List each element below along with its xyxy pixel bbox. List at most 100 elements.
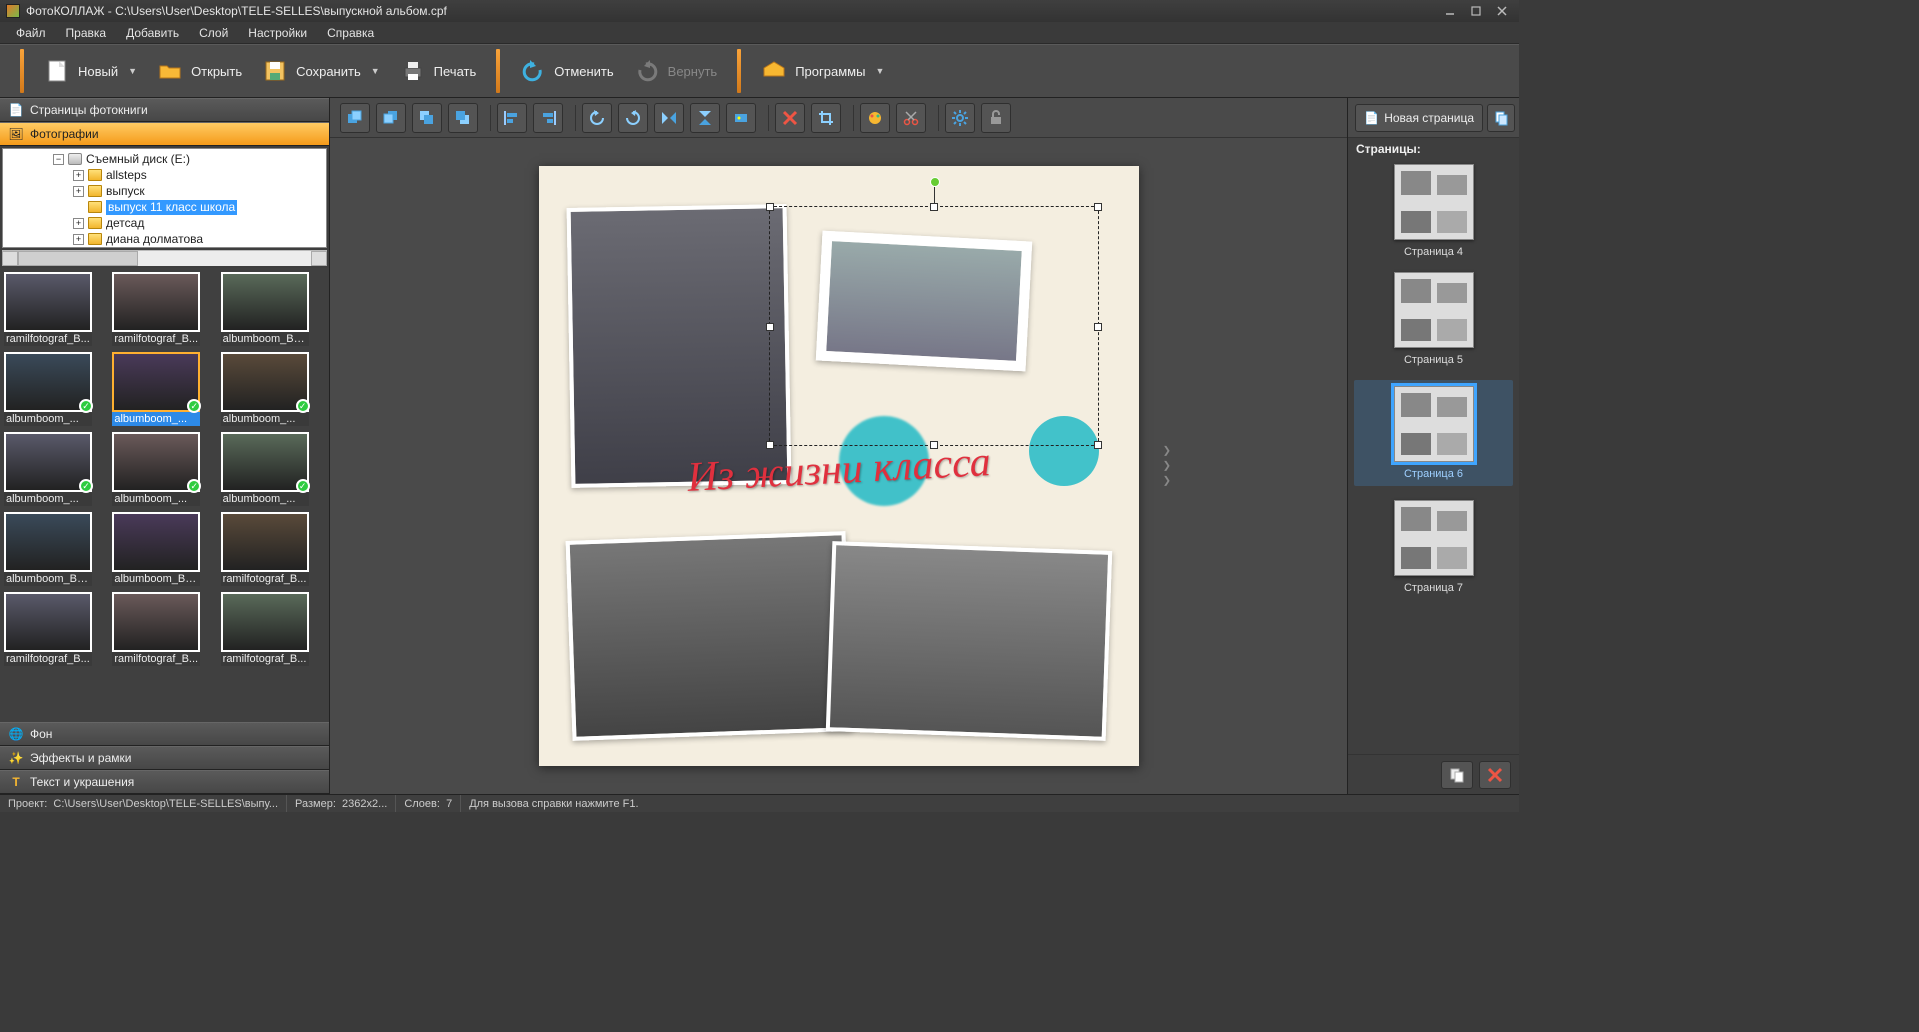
resize-handle[interactable]	[766, 203, 774, 211]
menu-file[interactable]: Файл	[6, 24, 56, 42]
thumbnail-image[interactable]	[4, 272, 92, 332]
thumbnail-image[interactable]: ✓	[221, 352, 309, 412]
tab-photobook-pages[interactable]: 📄 Страницы фотокниги	[0, 98, 329, 122]
photo-thumbnail[interactable]: ramilfotograf_B...	[4, 272, 108, 346]
selection-box[interactable]	[769, 206, 1099, 446]
lock-button[interactable]	[981, 103, 1011, 133]
resize-handle[interactable]	[1094, 323, 1102, 331]
thumbnail-image[interactable]	[221, 272, 309, 332]
photo-thumbnail[interactable]: albumboom_B5...	[4, 512, 108, 586]
photo-thumbnail[interactable]: ramilfotograf_B...	[4, 592, 108, 666]
folder-tree[interactable]: −Съемный диск (E:) +allsteps +выпуск вып…	[2, 148, 327, 248]
tree-node-selected[interactable]: выпуск 11 класс школа	[3, 199, 326, 215]
chevron-down-icon[interactable]: ▼	[128, 66, 137, 76]
new-page-button[interactable]: 📄 Новая страница	[1355, 104, 1483, 132]
new-button[interactable]: Новый ▼	[34, 51, 147, 91]
thumbnail-image[interactable]: ✓	[4, 432, 92, 492]
thumbnail-image[interactable]: ✓	[4, 352, 92, 412]
redo-button[interactable]: Вернуть	[624, 51, 728, 91]
delete-page-button[interactable]	[1479, 761, 1511, 789]
tab-effects[interactable]: ✨ Эффекты и рамки	[0, 746, 329, 770]
page-thumbnail[interactable]: Страница 7	[1354, 500, 1513, 594]
save-button[interactable]: Сохранить ▼	[252, 51, 390, 91]
crop-button[interactable]	[811, 103, 841, 133]
tree-node[interactable]: +диана долматова	[3, 231, 326, 247]
tab-text[interactable]: T Текст и украшения	[0, 770, 329, 794]
expand-arrow[interactable]: ❯	[1163, 446, 1171, 457]
photo-thumbnail[interactable]: albumboom_B5...	[112, 512, 216, 586]
tab-photos[interactable]: 🖼 Фотографии	[0, 122, 329, 146]
page-thumb-image[interactable]	[1394, 500, 1474, 576]
photo-thumbnail[interactable]: ramilfotograf_B...	[112, 592, 216, 666]
collage-photo[interactable]	[565, 531, 852, 741]
photo-thumbnail[interactable]: ✓albumboom_...	[4, 352, 108, 426]
page-thumb-image[interactable]	[1394, 164, 1474, 240]
align-right-button[interactable]	[533, 103, 563, 133]
photo-thumbnail[interactable]: ✓albumboom_...	[112, 432, 216, 506]
thumbnail-image[interactable]	[4, 592, 92, 652]
cut-button[interactable]	[896, 103, 926, 133]
fit-button[interactable]	[726, 103, 756, 133]
collage-page[interactable]: Из жизни класса	[539, 166, 1139, 766]
resize-handle[interactable]	[930, 441, 938, 449]
resize-handle[interactable]	[766, 323, 774, 331]
bring-front-button[interactable]	[340, 103, 370, 133]
thumbnail-image[interactable]	[221, 512, 309, 572]
photo-thumbnail[interactable]: ✓albumboom_...	[4, 432, 108, 506]
photo-thumbnail[interactable]: albumboom_B7...	[221, 272, 325, 346]
photo-thumbnail[interactable]: ramilfotograf_B...	[112, 272, 216, 346]
thumbnail-image[interactable]: ✓	[112, 352, 200, 412]
page-thumbnail[interactable]: Страница 5	[1354, 272, 1513, 366]
thumbnail-image[interactable]	[221, 592, 309, 652]
menu-settings[interactable]: Настройки	[238, 24, 317, 42]
page-thumbnail[interactable]: Страница 4	[1354, 164, 1513, 258]
settings-button[interactable]	[945, 103, 975, 133]
open-button[interactable]: Открыть	[147, 51, 252, 91]
menu-edit[interactable]: Правка	[56, 24, 117, 42]
tree-node-drive[interactable]: −Съемный диск (E:)	[3, 151, 326, 167]
flip-horizontal-button[interactable]	[654, 103, 684, 133]
tree-node[interactable]: +выпуск	[3, 183, 326, 199]
thumbnail-image[interactable]	[4, 512, 92, 572]
expand-arrow[interactable]: ❯	[1163, 461, 1171, 472]
maximize-button[interactable]	[1465, 3, 1487, 19]
photo-thumbnail[interactable]: ramilfotograf_B...	[221, 512, 325, 586]
flip-vertical-button[interactable]	[690, 103, 720, 133]
canvas[interactable]: Из жизни класса ❯ ❯	[330, 138, 1347, 794]
print-button[interactable]: Печать	[390, 51, 487, 91]
close-button[interactable]	[1491, 3, 1513, 19]
undo-button[interactable]: Отменить	[510, 51, 623, 91]
duplicate-page-button[interactable]	[1487, 104, 1515, 132]
tab-background[interactable]: 🌐 Фон	[0, 722, 329, 746]
resize-handle[interactable]	[1094, 203, 1102, 211]
pages-list[interactable]: Страница 4Страница 5Страница 6Страница 7	[1348, 160, 1519, 754]
collage-photo[interactable]	[566, 204, 791, 488]
delete-button[interactable]	[775, 103, 805, 133]
copy-page-button[interactable]	[1441, 761, 1473, 789]
rotate-handle[interactable]	[930, 177, 940, 187]
menu-layer[interactable]: Слой	[189, 24, 238, 42]
send-backward-button[interactable]	[412, 103, 442, 133]
tree-horizontal-scrollbar[interactable]	[2, 250, 327, 266]
page-thumb-image[interactable]	[1394, 272, 1474, 348]
thumbnail-image[interactable]	[112, 272, 200, 332]
photo-thumbnail[interactable]: ✓albumboom_...	[112, 352, 216, 426]
photo-thumbnails[interactable]: ramilfotograf_B...ramilfotograf_B...albu…	[0, 268, 329, 722]
bring-forward-button[interactable]	[376, 103, 406, 133]
expand-arrow[interactable]: ❯	[1163, 476, 1171, 487]
menu-add[interactable]: Добавить	[116, 24, 189, 42]
thumbnail-image[interactable]	[112, 512, 200, 572]
resize-handle[interactable]	[1094, 441, 1102, 449]
rotate-right-button[interactable]	[618, 103, 648, 133]
thumbnail-image[interactable]	[112, 592, 200, 652]
tree-node[interactable]: +детсад	[3, 215, 326, 231]
chevron-down-icon[interactable]: ▼	[875, 66, 884, 76]
tree-node[interactable]: +allsteps	[3, 167, 326, 183]
photo-thumbnail[interactable]: ✓albumboom_...	[221, 352, 325, 426]
chevron-down-icon[interactable]: ▼	[371, 66, 380, 76]
programs-button[interactable]: Программы ▼	[751, 51, 894, 91]
align-left-button[interactable]	[497, 103, 527, 133]
photo-thumbnail[interactable]: ✓albumboom_...	[221, 432, 325, 506]
minimize-button[interactable]	[1439, 3, 1461, 19]
thumbnail-image[interactable]: ✓	[112, 432, 200, 492]
